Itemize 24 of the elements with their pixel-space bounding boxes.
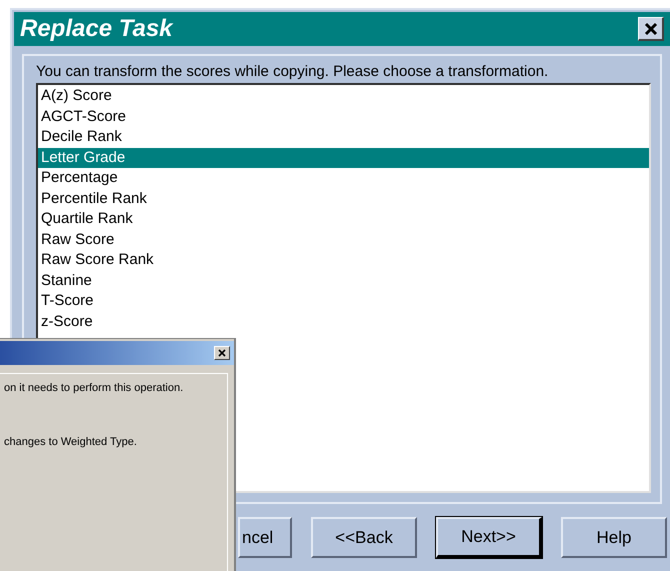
close-icon [644,22,658,36]
list-item[interactable]: Raw Score [38,230,649,250]
close-button[interactable] [638,17,664,41]
list-item[interactable]: z-Score [38,312,649,332]
list-item[interactable]: Quartile Rank [38,209,649,230]
list-item[interactable]: A(z) Score [38,86,649,106]
list-item[interactable]: T-Score [38,291,649,312]
window-title: Replace Task [20,14,173,44]
list-item[interactable]: AGCT-Score [38,106,649,127]
wizard-button[interactable]: <<Back [311,517,417,558]
wizard-button[interactable]: ncel [238,517,292,558]
list-item[interactable]: Decile Rank [38,127,649,148]
close-button[interactable] [214,346,230,360]
list-item[interactable]: Percentile Rank [38,188,649,209]
close-icon [218,349,226,357]
list-item[interactable]: Percentage [38,168,649,188]
message-text: on it needs to perform this operation. [3,381,184,396]
wizard-button[interactable]: Help [561,517,667,558]
list-item[interactable]: Raw Score Rank [38,250,649,270]
message-text: changes to Weighted Type. [3,434,138,450]
list-item[interactable]: Letter Grade [38,148,649,168]
prompt-text: You can transform the scores while copying. Please choose a transformation. [36,62,550,82]
wizard-button[interactable]: Next>> [436,517,542,558]
list-item[interactable]: Stanine [38,270,649,291]
